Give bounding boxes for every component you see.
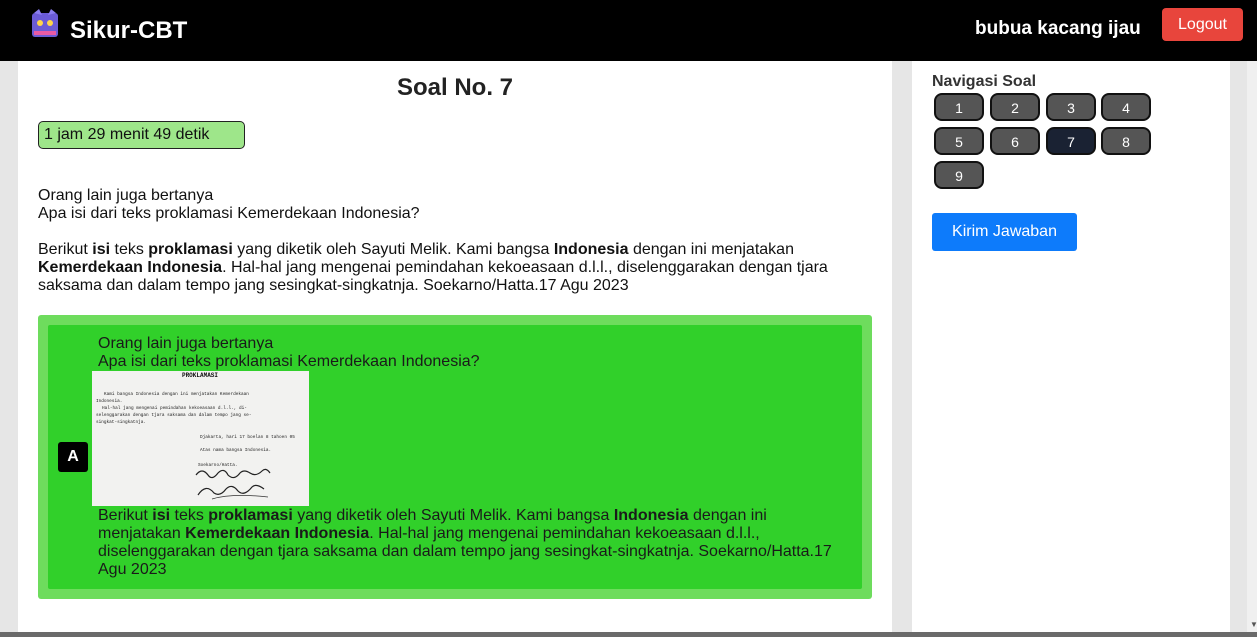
option-text-bottom: Berikut isi teks proklamasi yang diketik… xyxy=(98,507,832,578)
question-nav-button[interactable]: 4 xyxy=(1101,93,1151,121)
submit-answers-button[interactable]: Kirim Jawaban xyxy=(932,213,1077,251)
scroll-down-arrow-icon[interactable]: ▼ xyxy=(1250,620,1257,629)
svg-text:Indonesia.: Indonesia. xyxy=(96,399,122,404)
cat-logo-icon xyxy=(32,9,58,37)
option-letter-a[interactable]: A xyxy=(58,442,88,472)
navigation-title: Navigasi Soal xyxy=(932,73,1037,90)
page-scrollbar[interactable] xyxy=(1247,61,1257,637)
question-nav-button[interactable]: 3 xyxy=(1046,93,1096,121)
question-title: Soal No. 7 xyxy=(396,74,514,101)
svg-text:selenggarakan dengan tjara sak: selenggarakan dengan tjara saksama dan d… xyxy=(96,413,251,418)
bottom-edge xyxy=(0,632,1257,637)
logout-button[interactable]: Logout xyxy=(1162,8,1243,41)
countdown-timer: 1 jam 29 menit 49 detik xyxy=(38,121,245,149)
question-panel: Soal No. 7 1 jam 29 menit 49 detik Orang… xyxy=(18,61,892,637)
question-navigation-panel: Navigasi Soal 1 2 3 4 5 6 7 8 9 Kirim Ja… xyxy=(912,61,1230,637)
question-line: Apa isi dari teks proklamasi Kemerdekaan… xyxy=(38,205,420,222)
svg-text:Djakarta, hari 17 boelan 8 tah: Djakarta, hari 17 boelan 8 tahoen 05 xyxy=(200,435,295,440)
question-text: Orang lain juga bertanya Apa isi dari te… xyxy=(38,187,848,295)
question-nav-button[interactable]: 9 xyxy=(934,161,984,189)
answer-option-a[interactable]: A Orang lain juga bertanya Apa isi dari … xyxy=(38,315,872,599)
username: bubua kacang ijau xyxy=(975,18,1141,39)
question-nav-button[interactable]: 5 xyxy=(934,127,984,155)
question-paragraph: Berikut isi teks proklamasi yang diketik… xyxy=(38,241,828,294)
svg-text:Soekarno/Hatta.: Soekarno/Hatta. xyxy=(198,463,238,468)
question-nav-button[interactable]: 1 xyxy=(934,93,984,121)
svg-text:Kami bangsa Indonesia dengan i: Kami bangsa Indonesia dengan ini menjata… xyxy=(104,392,249,397)
app-brand: Sikur-CBT xyxy=(70,17,188,44)
doc-heading: PROKLAMASI xyxy=(182,372,218,379)
svg-text:Hal-hal jang mengenai pemindah: Hal-hal jang mengenai pemindahan kekoeas… xyxy=(102,406,247,411)
question-nav-button[interactable]: 8 xyxy=(1101,127,1151,155)
question-nav-button-current[interactable]: 7 xyxy=(1046,127,1096,155)
svg-text:Atas nama bangsa Indonesia.: Atas nama bangsa Indonesia. xyxy=(200,448,271,453)
svg-text:singkat-singkatnja.: singkat-singkatnja. xyxy=(96,420,146,425)
question-nav-button[interactable]: 6 xyxy=(990,127,1040,155)
question-nav-button[interactable]: 2 xyxy=(990,93,1040,121)
top-bar: Sikur-CBT bubua kacang ijau Logout xyxy=(0,0,1257,61)
option-text-top: Orang lain juga bertanya Apa isi dari te… xyxy=(98,335,480,370)
answer-option-body[interactable]: A Orang lain juga bertanya Apa isi dari … xyxy=(48,325,862,589)
proclamation-image: PROKLAMASI Kami bangsa Indonesia dengan … xyxy=(92,371,309,506)
question-line: Orang lain juga bertanya xyxy=(38,187,214,204)
